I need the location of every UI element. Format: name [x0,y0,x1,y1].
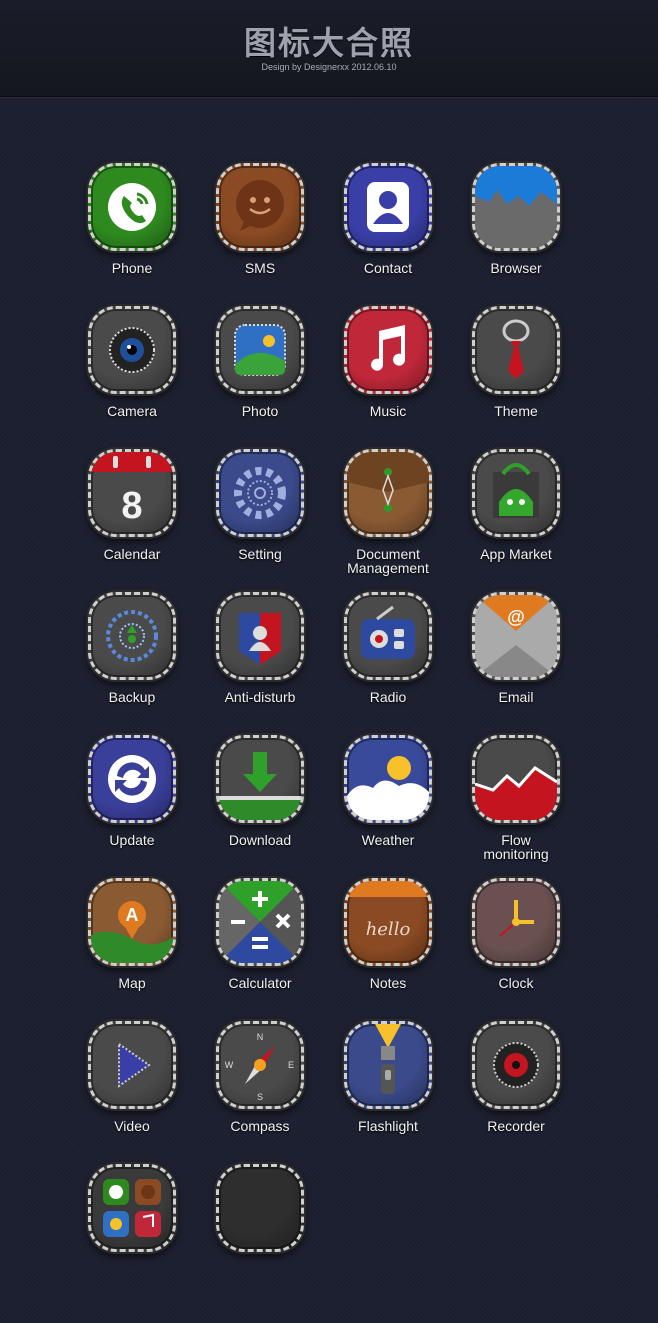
page-title: 图标大合照 [243,24,414,62]
map-icon[interactable]: A [88,878,176,966]
video-icon[interactable] [88,1021,176,1109]
flashlight-icon[interactable] [344,1021,432,1109]
svg-text:A: A [126,905,139,925]
calendar-icon[interactable]: 8 [88,449,176,537]
svg-text:E: E [288,1060,294,1070]
document-icon[interactable] [344,449,432,537]
app-music[interactable]: Music [324,306,452,446]
app-label: Contact [363,260,413,276]
camera-icon[interactable] [88,306,176,394]
app-label: Anti-disturb [224,689,296,705]
app-update[interactable]: Update [68,735,196,875]
app-label: Radio [369,689,407,705]
backup-icon[interactable] [88,592,176,680]
app-label: Email [498,689,534,705]
svg-text:W: W [225,1060,234,1070]
app-label: Calculator [228,975,292,991]
app-label: SMS [244,260,276,276]
app-contact[interactable]: Contact [324,163,452,303]
recorder-icon[interactable] [472,1021,560,1109]
app-calculator[interactable]: Calculator [196,878,324,1018]
app-calendar[interactable]: 8 Calendar [68,449,196,589]
app-photo[interactable]: Photo [196,306,324,446]
app-label: Document Management [347,546,429,576]
svg-text:N: N [257,1032,264,1042]
app-label: Weather [361,832,415,848]
app-video[interactable]: Video [68,1021,196,1161]
app-email[interactable]: @ Email [452,592,580,732]
svg-text:S: S [257,1092,263,1102]
app-blank[interactable] [196,1164,324,1304]
clock-icon[interactable] [472,878,560,966]
flow-monitoring-icon[interactable] [472,735,560,823]
app-label: Music [369,403,407,419]
browser-icon[interactable] [472,163,560,251]
app-label: Browser [490,260,542,276]
svg-text:8: 8 [121,485,142,527]
weather-icon[interactable] [344,735,432,823]
app-compass[interactable]: N S W E Compass [196,1021,324,1161]
phone-icon[interactable] [88,163,176,251]
email-icon[interactable]: @ [472,592,560,680]
app-label: Compass [230,1118,290,1134]
app-label: Camera [107,403,157,419]
app-recorder[interactable]: Recorder [452,1021,580,1161]
app-flashlight[interactable]: Flashlight [324,1021,452,1161]
app-notes[interactable]: hello Notes [324,878,452,1018]
folder-icon[interactable] [88,1164,176,1252]
app-backup[interactable]: Backup [68,592,196,732]
photo-icon[interactable] [216,306,304,394]
app-setting[interactable]: Setting [196,449,324,589]
download-icon[interactable] [216,735,304,823]
setting-icon[interactable] [216,449,304,537]
app-sms[interactable]: SMS [196,163,324,303]
notes-icon[interactable]: hello [344,878,432,966]
compass-icon[interactable]: N S W E [216,1021,304,1109]
music-icon[interactable] [344,306,432,394]
app-label: Theme [494,403,538,419]
app-label: Flashlight [358,1118,418,1134]
app-map[interactable]: A Map [68,878,196,1018]
app-radio[interactable]: Radio [324,592,452,732]
app-label: Phone [111,260,153,276]
svg-text:hello: hello [366,919,411,940]
app-label: Download [228,832,292,848]
contact-icon[interactable] [344,163,432,251]
app-document[interactable]: Document Management [324,449,452,589]
app-label: Setting [238,546,282,562]
app-folder[interactable] [68,1164,196,1304]
anti-disturb-icon[interactable] [216,592,304,680]
app-download[interactable]: Download [196,735,324,875]
app-flow-monitoring[interactable]: Flow monitoring [452,735,580,875]
app-phone[interactable]: Phone [68,163,196,303]
app-clock[interactable]: Clock [452,878,580,1018]
app-label: App Market [480,546,552,562]
blank-icon[interactable] [216,1164,304,1252]
app-label: Map [118,975,146,991]
app-label: Video [114,1118,150,1134]
app-label: Flow monitoring [483,832,549,862]
app-label: Recorder [487,1118,545,1134]
app-theme[interactable]: Theme [452,306,580,446]
app-label: Photo [241,403,279,419]
designer-credit: Design by Designerxx 2012.06.10 [261,62,397,72]
calculator-icon[interactable] [216,878,304,966]
svg-text:@: @ [507,607,525,627]
app-market-icon[interactable] [472,449,560,537]
app-label: Clock [498,975,534,991]
app-app-market[interactable]: App Market [452,449,580,589]
update-icon[interactable] [88,735,176,823]
app-label: Backup [108,689,156,705]
app-label: Update [109,832,155,848]
app-browser[interactable]: Browser [452,163,580,303]
app-label: Notes [369,975,407,991]
app-weather[interactable]: Weather [324,735,452,875]
radio-icon[interactable] [344,592,432,680]
sms-icon[interactable] [216,163,304,251]
app-anti-disturb[interactable]: Anti-disturb [196,592,324,732]
theme-icon[interactable] [472,306,560,394]
app-label: Calendar [103,546,161,562]
header: 图标大合照 Design by Designerxx 2012.06.10 [0,0,658,97]
app-camera[interactable]: Camera [68,306,196,446]
